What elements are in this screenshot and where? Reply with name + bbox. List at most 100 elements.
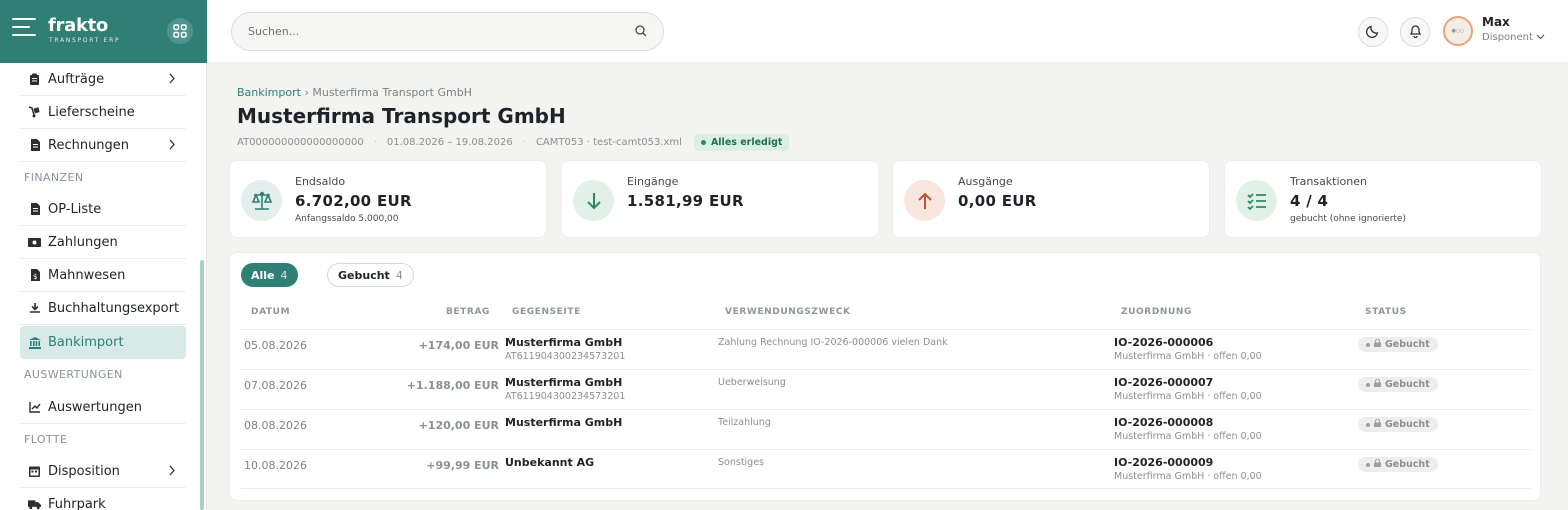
cell-assignment[interactable]: IO-2026-000007 xyxy=(1114,376,1213,389)
cell-purpose: Zahlung Rechnung IO-2026-000006 vielen D… xyxy=(718,337,948,348)
status-label: Gebucht xyxy=(1385,459,1430,470)
table-row[interactable]: 07.08.2026 +1.188,00 EUR Musterfirma Gmb… xyxy=(241,369,1531,409)
account-iban: AT000000000000000000 xyxy=(237,137,364,148)
sidebar-item-label: Bankimport xyxy=(48,335,124,350)
breadcrumb: Bankimport › Musterfirma Transport GmbH xyxy=(237,86,472,99)
statement-meta: AT000000000000000000 · 01.08.2026 – 19.0… xyxy=(237,134,790,151)
cell-purpose: Ueberweisung xyxy=(718,377,786,388)
arrow-up-icon xyxy=(904,180,945,221)
sidebar-item-label: Auswertungen xyxy=(48,399,142,415)
card-sub: Anfangssaldo 5.000,00 xyxy=(295,214,399,224)
table-row[interactable]: 08.08.2026 +120,00 EUR Musterfirma GmbH … xyxy=(241,409,1531,449)
section-finanzen: FINANZEN xyxy=(24,171,84,184)
cell-assignment-sub: Musterfirma GmbH · offen 0,00 xyxy=(1114,431,1262,442)
cell-assignment[interactable]: IO-2026-000008 xyxy=(1114,416,1213,429)
breadcrumb-current: Musterfirma Transport GmbH xyxy=(312,86,472,99)
meta-separator: · xyxy=(373,137,377,148)
apps-grid-icon[interactable] xyxy=(167,18,193,44)
sidebar-item-label: Aufträge xyxy=(48,71,105,87)
svg-text:$: $ xyxy=(33,273,37,281)
status-dot-icon xyxy=(1366,422,1370,427)
lock-icon xyxy=(1374,418,1381,430)
section-auswertungen: AUSWERTUNGEN xyxy=(24,368,123,381)
status-dot-icon xyxy=(1366,462,1370,467)
filter-label: Alle xyxy=(251,268,275,282)
cell-party: Musterfirma GmbH xyxy=(505,336,623,349)
sidebar-item-label: OP-Liste xyxy=(48,201,102,217)
sidebar-item-zahlungen[interactable]: Zahlungen xyxy=(20,226,186,259)
column-header-verwendungszweck[interactable]: VERWENDUNGSZWECK xyxy=(725,307,851,317)
column-header-status[interactable]: STATUS xyxy=(1365,307,1407,317)
status-label: Gebucht xyxy=(1385,379,1430,390)
column-header-datum[interactable]: DATUM xyxy=(251,307,290,317)
sidebar-item-auftraege[interactable]: Aufträge xyxy=(20,63,186,96)
cell-assignment[interactable]: IO-2026-000009 xyxy=(1114,456,1213,469)
card-label: Transaktionen xyxy=(1290,175,1367,188)
card-value: 4 / 4 xyxy=(1290,192,1329,210)
user-name[interactable]: Max xyxy=(1482,15,1510,29)
cell-assignment-sub: Musterfirma GmbH · offen 0,00 xyxy=(1114,471,1262,482)
line-chart-icon xyxy=(28,401,41,414)
cell-iban: AT611904300234573201 xyxy=(505,391,626,402)
card-value: 1.581,99 EUR xyxy=(627,192,744,210)
search-input[interactable] xyxy=(248,25,635,38)
app-logo[interactable]: frakto xyxy=(48,15,108,36)
sidebar-item-mahnwesen[interactable]: $ Mahnwesen xyxy=(20,259,186,292)
breadcrumb-separator: › xyxy=(304,86,309,99)
cell-amount: +120,00 EUR xyxy=(418,419,499,432)
user-role[interactable]: Disponent xyxy=(1482,32,1545,43)
column-header-betrag[interactable]: BETRAG xyxy=(446,307,490,317)
page-title: Musterfirma Transport GmbH xyxy=(237,104,566,128)
card-label: Ausgänge xyxy=(958,175,1013,188)
sidebar-item-rechnungen[interactable]: Rechnungen xyxy=(20,129,186,162)
sidebar-item-label: Disposition xyxy=(48,463,120,479)
card-ausgaenge: Ausgänge 0,00 EUR xyxy=(892,160,1210,238)
cell-party: Musterfirma GmbH xyxy=(505,416,623,429)
sidebar-item-fuhrpark[interactable]: Fuhrpark xyxy=(20,488,186,510)
table-row[interactable]: 10.08.2026 +99,99 EUR Unbekannt AG Sonst… xyxy=(241,449,1531,489)
sidebar-item-bankimport[interactable]: Bankimport xyxy=(20,326,186,359)
card-transaktionen: Transaktionen 4 / 4 gebucht (ohne ignori… xyxy=(1224,160,1542,238)
filter-gebucht[interactable]: Gebucht 4 xyxy=(327,263,414,287)
hand-truck-icon xyxy=(28,106,41,119)
filter-alle[interactable]: Alle 4 xyxy=(241,263,298,287)
cell-party: Unbekannt AG xyxy=(505,456,595,469)
column-header-zuordnung[interactable]: ZUORDNUNG xyxy=(1121,307,1192,317)
avatar-image-icon: ●○○ xyxy=(1451,28,1465,34)
dark-mode-button[interactable] xyxy=(1358,17,1388,47)
column-header-gegenseite[interactable]: GEGENSEITE xyxy=(512,307,581,317)
avatar[interactable]: ●○○ xyxy=(1443,16,1473,46)
card-value: 6.702,00 EUR xyxy=(295,192,412,210)
status-badge: Gebucht xyxy=(1358,337,1438,352)
notifications-button[interactable] xyxy=(1400,17,1430,47)
sidebar-item-auswertungen[interactable]: Auswertungen xyxy=(20,391,186,424)
truck-icon xyxy=(28,498,41,510)
cell-assignment-sub: Musterfirma GmbH · offen 0,00 xyxy=(1114,351,1262,362)
cell-purpose: Sonstiges xyxy=(718,457,765,468)
search-icon[interactable] xyxy=(635,22,647,41)
card-endsaldo: Endsaldo 6.702,00 EUR Anfangssaldo 5.000… xyxy=(229,160,547,238)
sidebar-item-label: Buchhaltungsexport xyxy=(48,300,180,316)
invoice-icon xyxy=(28,139,41,152)
sidebar-item-label: Fuhrpark xyxy=(48,497,106,510)
chevron-right-icon xyxy=(168,73,176,88)
calendar-icon xyxy=(28,465,41,478)
cell-date: 08.08.2026 xyxy=(244,419,307,432)
sidebar-item-lieferscheine[interactable]: Lieferscheine xyxy=(20,96,186,129)
status-dot-icon xyxy=(700,140,706,145)
bell-icon xyxy=(1409,23,1422,42)
status-badge: Alles erledigt xyxy=(693,134,790,151)
search-box xyxy=(231,12,664,51)
filter-label: Gebucht xyxy=(338,268,390,282)
sidebar-item-op-liste[interactable]: OP-Liste xyxy=(20,193,186,226)
sidebar-item-disposition[interactable]: Disposition xyxy=(20,455,186,488)
status-label: Gebucht xyxy=(1385,339,1430,350)
breadcrumb-root[interactable]: Bankimport xyxy=(237,86,301,99)
table-row[interactable]: 05.08.2026 +174,00 EUR Musterfirma GmbH … xyxy=(241,329,1531,369)
sidebar-item-buchhaltungsexport[interactable]: Buchhaltungsexport xyxy=(20,292,186,325)
cell-assignment[interactable]: IO-2026-000006 xyxy=(1114,336,1213,349)
filter-count: 4 xyxy=(395,268,403,282)
card-label: Eingänge xyxy=(627,175,679,188)
sidebar-scrollbar[interactable] xyxy=(200,260,204,510)
menu-icon[interactable] xyxy=(12,18,38,40)
